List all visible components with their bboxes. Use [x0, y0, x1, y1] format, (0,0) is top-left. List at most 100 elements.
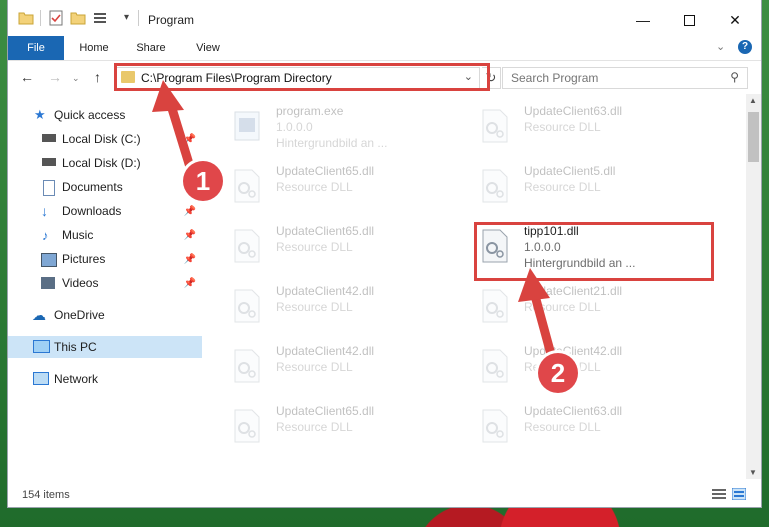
folder-icon[interactable]	[18, 10, 34, 26]
up-button[interactable]: ↑	[94, 69, 101, 85]
gear-file-icon	[234, 169, 260, 203]
vertical-scrollbar[interactable]: ▲ ▼	[746, 94, 761, 479]
sidebar-item-documents[interactable]: Documents 📌	[8, 176, 202, 198]
file-name: UpdateClient63.dll	[524, 404, 623, 418]
pin-icon[interactable]: 📌	[184, 230, 196, 241]
recent-locations-icon[interactable]: ⌄	[72, 73, 80, 84]
maximize-button[interactable]	[666, 6, 712, 34]
file-description: Resource DLL	[524, 120, 601, 134]
file-item[interactable]: UpdateClient21.dll Resource DLL	[480, 282, 700, 336]
file-item[interactable]: UpdateClient65.dll Resource DLL	[232, 402, 452, 456]
scroll-down-icon[interactable]: ▼	[749, 468, 757, 477]
customize-view-icon[interactable]	[92, 10, 108, 26]
videos-icon	[41, 277, 55, 289]
pin-icon[interactable]: 📌	[184, 254, 196, 265]
file-name: UpdateClient42.dll	[524, 344, 623, 358]
drive-icon	[42, 134, 56, 142]
navigation-pane: ★ Quick access Local Disk (C:) 📌 Local D…	[8, 94, 202, 479]
pictures-icon	[41, 253, 57, 267]
sidebar-item-label: Downloads	[62, 204, 122, 218]
tab-view[interactable]: View	[186, 36, 230, 60]
sidebar-item-onedrive[interactable]: ☁ OneDrive	[8, 304, 202, 326]
sidebar-item-local-disk-c[interactable]: Local Disk (C:) 📌	[8, 128, 202, 150]
status-bar: 154 items	[8, 482, 761, 507]
sidebar-item-label: Network	[54, 372, 99, 386]
sidebar-item-label: Music	[62, 228, 94, 242]
file-name: program.exe	[276, 104, 344, 118]
pin-icon[interactable]: 📌	[184, 206, 196, 217]
file-description: Resource DLL	[524, 300, 601, 314]
drive-icon	[42, 158, 56, 166]
details-view-icon[interactable]	[712, 488, 726, 500]
title-divider	[138, 10, 139, 26]
sidebar-item-label: Quick access	[54, 108, 126, 122]
window-title: Program	[148, 13, 195, 27]
file-extra: Hintergrundbild an ...	[276, 136, 388, 150]
minimize-button[interactable]: —	[620, 6, 666, 34]
close-button[interactable]: ✕	[712, 6, 758, 34]
file-name: UpdateClient42.dll	[276, 344, 375, 358]
file-item[interactable]: UpdateClient42.dllResource DLL	[480, 342, 700, 396]
sidebar-item-music[interactable]: ♪ Music 📌	[8, 224, 202, 246]
gear-file-icon	[234, 409, 260, 443]
address-highlight-box	[114, 63, 490, 91]
sidebar-item-this-pc[interactable]: This PC	[8, 336, 202, 358]
file-name: UpdateClient65.dll	[276, 164, 375, 178]
sidebar-item-pictures[interactable]: Pictures 📌	[8, 248, 202, 270]
sidebar-item-quick-access[interactable]: ★ Quick access	[8, 104, 202, 126]
pin-icon[interactable]: 📌	[184, 278, 196, 289]
tab-share[interactable]: Share	[128, 36, 174, 60]
exe-file-icon	[234, 111, 260, 141]
sidebar-item-label: Pictures	[62, 252, 106, 266]
sidebar-item-label: Videos	[62, 276, 99, 290]
file-item[interactable]: UpdateClient63.dll Resource DLL	[480, 402, 700, 456]
gear-file-icon	[482, 109, 508, 143]
scroll-thumb[interactable]	[748, 112, 759, 162]
sidebar-item-label: Documents	[62, 180, 123, 194]
new-folder-icon[interactable]	[70, 10, 86, 26]
pin-icon[interactable]: 📌	[184, 134, 196, 145]
ribbon-tabs: File Home Share View ⌄ ?	[8, 36, 761, 61]
sidebar-item-label: Local Disk (D:)	[62, 156, 141, 170]
search-box[interactable]: ⚲	[502, 67, 748, 89]
file-item[interactable]: UpdateClient42.dllResource DLL	[232, 342, 452, 396]
search-icon[interactable]: ⚲	[730, 70, 739, 84]
close-icon: ✕	[729, 11, 741, 28]
gear-file-icon	[234, 289, 260, 323]
sidebar-item-local-disk-d[interactable]: Local Disk (D:)	[8, 152, 202, 174]
scroll-up-icon[interactable]: ▲	[749, 96, 757, 105]
search-input[interactable]	[509, 70, 713, 86]
sidebar-item-downloads[interactable]: ↓ Downloads 📌	[8, 200, 202, 222]
help-icon[interactable]: ?	[738, 40, 752, 54]
file-name: UpdateClient65.dll	[276, 404, 375, 418]
sidebar-item-label: OneDrive	[54, 308, 105, 322]
file-name: UpdateClient21.dll	[524, 284, 623, 298]
file-name: UpdateClient5.dll	[524, 164, 616, 178]
file-item[interactable]: UpdateClient65.dll Resource DLL	[232, 222, 452, 276]
quick-access-dropdown[interactable]: ▾	[124, 12, 129, 23]
file-item[interactable]: UpdateClient65.dll Resource DLL	[232, 162, 452, 216]
gear-file-icon	[482, 409, 508, 443]
file-item[interactable]: program.exe 1.0.0.0 Hintergrundbild an ...	[232, 102, 452, 156]
file-item[interactable]: UpdateClient42.dllResource DLL	[232, 282, 452, 336]
sidebar-item-videos[interactable]: Videos 📌	[8, 272, 202, 294]
tab-file[interactable]: File	[8, 36, 64, 60]
sidebar-item-network[interactable]: Network	[8, 368, 202, 390]
gear-file-icon	[482, 289, 508, 323]
network-icon	[33, 372, 49, 385]
step-badge-2: 2	[538, 353, 578, 393]
gear-file-icon	[482, 349, 508, 383]
ribbon-expand-icon[interactable]: ⌄	[716, 40, 725, 53]
file-description: Resource DLL	[276, 180, 353, 194]
back-button[interactable]: ←	[20, 69, 34, 85]
item-count: 154 items	[22, 489, 70, 501]
file-item[interactable]: UpdateClient63.dll Resource DLL	[480, 102, 700, 156]
gear-file-icon	[234, 349, 260, 383]
tiles-view-icon[interactable]	[732, 488, 746, 500]
computer-icon	[33, 340, 50, 353]
forward-button[interactable]: →	[48, 69, 62, 85]
properties-icon[interactable]	[48, 10, 64, 26]
file-highlight-box	[474, 222, 714, 281]
tab-home[interactable]: Home	[72, 36, 116, 60]
file-item[interactable]: UpdateClient5.dll Resource DLL	[480, 162, 700, 216]
